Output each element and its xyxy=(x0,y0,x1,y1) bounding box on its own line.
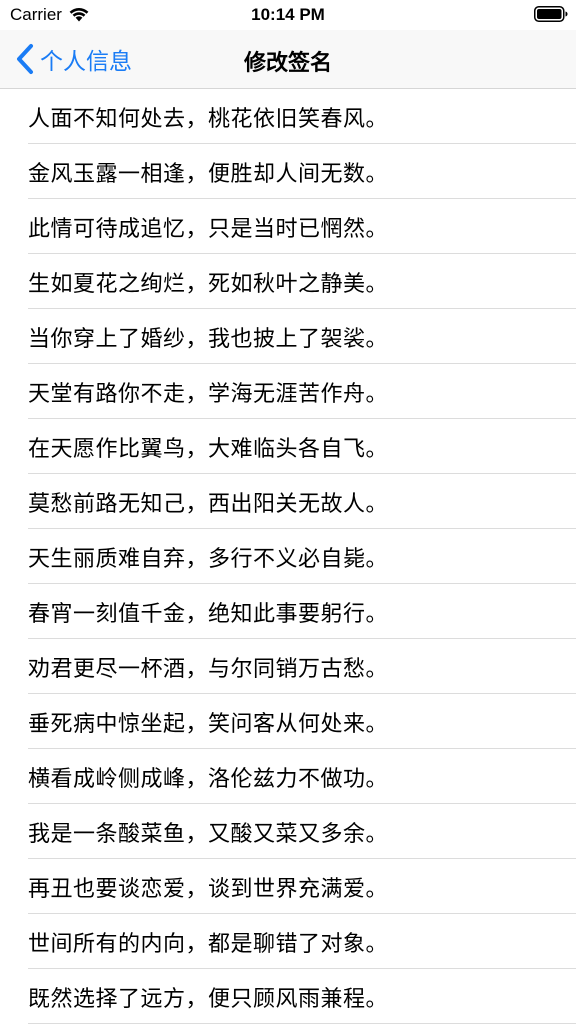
signature-option[interactable]: 当你穿上了婚纱，我也披上了袈裟。 xyxy=(0,309,576,364)
signature-list: 人面不知何处去，桃花依旧笑春风。 金风玉露一相逢，便胜却人间无数。 此情可待成追忆，… xyxy=(0,89,576,1024)
signature-option-text: 莫愁前路无知己，西出阳关无故人。 xyxy=(28,491,389,517)
signature-option-text: 我是一条酸菜鱼，又酸又菜又多余。 xyxy=(28,821,389,847)
signature-option[interactable]: 劝君更尽一杯酒，与尔同销万古愁。 xyxy=(0,639,576,694)
signature-option-text: 横看成岭侧成峰，洛伦兹力不做功。 xyxy=(28,766,389,792)
signature-option-text: 垂死病中惊坐起，笑问客从何处来。 xyxy=(28,711,389,737)
signature-option[interactable]: 垂死病中惊坐起，笑问客从何处来。 xyxy=(0,694,576,749)
signature-option-text: 世间所有的内向，都是聊错了对象。 xyxy=(28,931,389,957)
signature-option-text: 再丑也要谈恋爱，谈到世界充满爱。 xyxy=(28,876,389,902)
signature-option[interactable]: 生如夏花之绚烂，死如秋叶之静美。 xyxy=(0,254,576,309)
signature-option[interactable]: 人面不知何处去，桃花依旧笑春风。 xyxy=(0,89,576,144)
signature-option-text: 在天愿作比翼鸟，大难临头各自飞。 xyxy=(28,436,389,462)
signature-option[interactable]: 春宵一刻值千金，绝知此事要躬行。 xyxy=(0,584,576,639)
signature-option[interactable]: 既然选择了远方，便只顾风雨兼程。 xyxy=(0,969,576,1024)
signature-option[interactable]: 在天愿作比翼鸟，大难临头各自飞。 xyxy=(0,419,576,474)
page-title: 修改签名 xyxy=(243,51,332,76)
signature-option-text: 既然选择了远方，便只顾风雨兼程。 xyxy=(28,986,389,1012)
navigation-bar: 个人信息 修改签名 xyxy=(0,30,576,89)
signature-option[interactable]: 莫愁前路无知己，西出阳关无故人。 xyxy=(0,474,576,529)
signature-option[interactable]: 再丑也要谈恋爱，谈到世界充满爱。 xyxy=(0,859,576,914)
signature-option-text: 天生丽质难自弃，多行不义必自毙。 xyxy=(28,546,389,572)
battery-icon xyxy=(534,6,568,22)
signature-option-text: 此情可待成追忆，只是当时已惘然。 xyxy=(28,216,389,242)
signature-option[interactable]: 金风玉露一相逢，便胜却人间无数。 xyxy=(0,144,576,199)
signature-option[interactable]: 横看成岭侧成峰，洛伦兹力不做功。 xyxy=(0,749,576,804)
signature-option[interactable]: 我是一条酸菜鱼，又酸又菜又多余。 xyxy=(0,804,576,859)
signature-option-text: 当你穿上了婚纱，我也披上了袈裟。 xyxy=(28,326,389,352)
signature-option[interactable]: 此情可待成追忆，只是当时已惘然。 xyxy=(0,199,576,254)
signature-option-text: 劝君更尽一杯酒，与尔同销万古愁。 xyxy=(28,656,389,682)
signature-option[interactable]: 天生丽质难自弃，多行不义必自毙。 xyxy=(0,529,576,584)
status-bar: Carrier 10:14 PM xyxy=(0,0,576,30)
signature-option-text: 春宵一刻值千金，绝知此事要躬行。 xyxy=(28,601,389,627)
signature-option-text: 人面不知何处去，桃花依旧笑春风。 xyxy=(28,106,389,132)
signature-option-text: 天堂有路你不走，学海无涯苦作舟。 xyxy=(28,381,389,407)
status-time: 10:14 PM xyxy=(251,5,325,24)
signature-option-text: 生如夏花之绚烂，死如秋叶之静美。 xyxy=(28,271,389,297)
signature-option-text: 金风玉露一相逢，便胜却人间无数。 xyxy=(28,161,389,187)
signature-option[interactable]: 世间所有的内向，都是聊错了对象。 xyxy=(0,914,576,969)
signature-option[interactable]: 天堂有路你不走，学海无涯苦作舟。 xyxy=(0,364,576,419)
